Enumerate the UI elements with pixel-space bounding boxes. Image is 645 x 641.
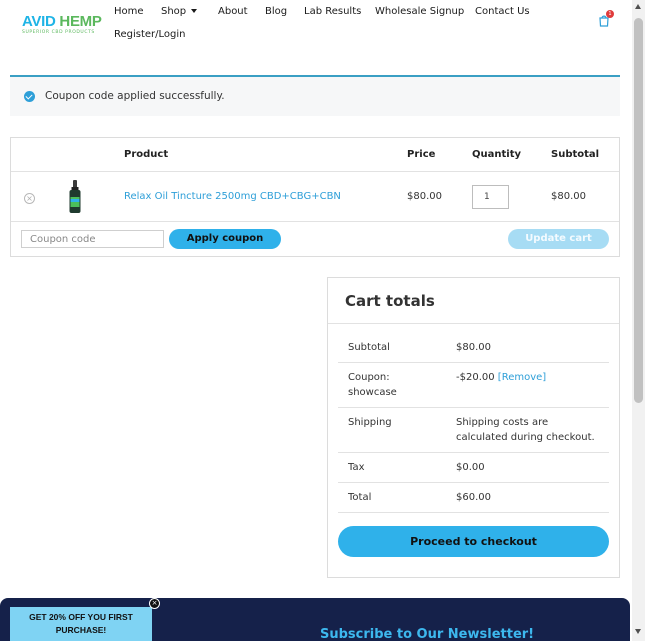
nav-home[interactable]: Home: [114, 6, 144, 17]
divider: [338, 452, 609, 453]
promo-line-2: PURCHASE!: [55, 625, 107, 635]
cart-count-badge: 1: [606, 10, 614, 18]
nav-wholesale-signup[interactable]: Wholesale Signup: [375, 6, 464, 17]
quantity-input[interactable]: [472, 185, 509, 209]
proceed-to-checkout-button[interactable]: Proceed to checkout: [338, 526, 609, 557]
divider: [328, 323, 619, 324]
product-name-link[interactable]: Relax Oil Tincture 2500mg CBD+CBG+CBN: [124, 191, 341, 202]
check-circle-icon: [24, 91, 35, 102]
discount-promo-tab[interactable]: GET 20% OFF YOU FIRST PURCHASE!: [10, 607, 152, 641]
total-label: Total: [348, 492, 372, 503]
remove-coupon-link[interactable]: [Remove]: [498, 372, 546, 383]
shipping-value-line-2: calculated during checkout.: [456, 432, 595, 443]
header-price: Price: [407, 149, 436, 160]
shipping-value-line-1: Shipping costs are: [456, 417, 549, 428]
newsletter-title: Subscribe to Our Newsletter!: [320, 627, 535, 641]
row-divider: [11, 171, 619, 172]
nav-register-login[interactable]: Register/Login: [114, 29, 186, 40]
shipping-label: Shipping: [348, 417, 392, 428]
coupon-label-line-2: showcase: [348, 387, 397, 398]
total-value: $60.00: [456, 492, 491, 503]
row-divider: [11, 221, 619, 222]
coupon-label-line-1: Coupon:: [348, 372, 390, 383]
nav-contact-us[interactable]: Contact Us: [475, 6, 530, 17]
notice-message: Coupon code applied successfully.: [45, 90, 225, 102]
nav-shop[interactable]: Shop: [161, 6, 198, 17]
scroll-up-arrow-icon[interactable]: [635, 4, 641, 9]
nav-lab-results[interactable]: Lab Results: [304, 6, 361, 17]
tax-value: $0.00: [456, 462, 485, 473]
logo-tagline: SUPERIOR CBD PRODUCTS: [22, 30, 95, 35]
divider: [338, 512, 609, 513]
close-icon[interactable]: ×: [149, 598, 160, 609]
nav-about[interactable]: About: [218, 6, 248, 17]
nav-shop-label: Shop: [161, 6, 187, 17]
apply-coupon-button[interactable]: Apply coupon: [169, 229, 281, 249]
divider: [338, 482, 609, 483]
tax-label: Tax: [348, 462, 365, 473]
product-thumbnail[interactable]: [68, 180, 82, 214]
site-logo[interactable]: AVID HEMP SUPERIOR CBD PRODUCTS: [22, 13, 102, 36]
subtotal-value: $80.00: [456, 342, 491, 353]
header-quantity: Quantity: [472, 149, 521, 160]
nav-blog[interactable]: Blog: [265, 6, 287, 17]
promo-text: GET 20% OFF YOU FIRST PURCHASE!: [10, 611, 152, 637]
update-cart-button[interactable]: Update cart: [508, 229, 609, 249]
header-product: Product: [124, 149, 169, 160]
cart-totals-title: Cart totals: [345, 292, 435, 310]
promo-line-1: GET 20% OFF YOU FIRST: [29, 612, 133, 622]
chevron-down-icon: [191, 9, 198, 13]
coupon-discount: -$20.00: [456, 372, 495, 383]
coupon-code-input[interactable]: [21, 230, 164, 248]
cart-totals-panel: Cart totals Subtotal $80.00 Coupon: showc…: [327, 277, 620, 578]
header-subtotal: Subtotal: [551, 149, 600, 160]
coupon-label: Coupon: showcase: [348, 370, 397, 400]
site-header: AVID HEMP SUPERIOR CBD PRODUCTS Home Sho…: [0, 0, 632, 60]
scroll-down-arrow-icon[interactable]: [635, 629, 641, 634]
vertical-scrollbar[interactable]: [632, 0, 645, 641]
shipping-value: Shipping costs are calculated during chec…: [456, 415, 595, 445]
item-price: $80.00: [407, 191, 442, 202]
coupon-success-notice: Coupon code applied successfully.: [10, 75, 620, 116]
divider: [338, 407, 609, 408]
scrollbar-thumb[interactable]: [634, 18, 643, 403]
divider: [338, 362, 609, 363]
item-subtotal: $80.00: [551, 191, 586, 202]
subtotal-label: Subtotal: [348, 342, 390, 353]
coupon-value: -$20.00 [Remove]: [456, 370, 546, 385]
logo-wordmark: AVID HEMP: [22, 13, 102, 30]
remove-item-icon[interactable]: ×: [24, 193, 35, 204]
cart-table: Product Price Quantity Subtotal × Relax …: [10, 137, 620, 257]
